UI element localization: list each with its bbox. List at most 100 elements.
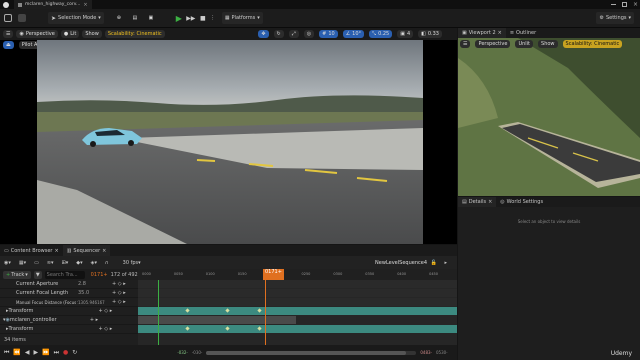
controller-track[interactable] xyxy=(138,316,296,324)
tab-details[interactable]: ▤ Details × xyxy=(458,197,497,207)
range-start-2[interactable]: -030- xyxy=(192,350,203,355)
perspective-label: Perspective xyxy=(25,31,55,37)
viewport2[interactable]: ☰ Perspective Unlit Show Scalability: Ci… xyxy=(458,38,640,196)
settings-button[interactable]: ⚙ Settings ▾ xyxy=(596,12,634,24)
vp2-show-button[interactable]: Show xyxy=(538,40,558,48)
snap-icon[interactable]: ⊞▾ xyxy=(62,260,69,266)
add-key-icon[interactable]: + ◇ ▸ xyxy=(112,299,126,305)
save-icon[interactable] xyxy=(4,14,12,22)
selection-mode-button[interactable]: ➤ Selection Mode ▾ xyxy=(48,12,104,24)
scalability-button[interactable]: Scalability: Cinematic xyxy=(104,30,165,38)
blueprint-icon[interactable]: ▤ xyxy=(130,13,140,23)
add-actor-icon[interactable]: ⊕ xyxy=(114,13,124,23)
content-drawer-icon[interactable] xyxy=(18,14,26,22)
tab-outliner[interactable]: ≡ Outliner xyxy=(506,28,540,38)
vp2-perspective-button[interactable]: Perspective xyxy=(475,40,511,48)
timeline-ruler[interactable]: 0000005001000150020002500300035004000450… xyxy=(138,269,457,280)
tree-row[interactable]: ▸ Transform + ◇ ▸ xyxy=(0,307,138,316)
add-track-label: Track xyxy=(11,271,25,278)
camera-cut-icon[interactable]: ▭ xyxy=(34,260,39,266)
tree-row[interactable]: Current Focal Length 35.0 + ◇ ▸ xyxy=(0,289,138,298)
browse-icon[interactable]: ▦▾ xyxy=(19,260,26,266)
fps-button[interactable]: 30 fps▾ xyxy=(123,260,141,266)
play-icon[interactable]: ▶ xyxy=(34,349,39,356)
tab-content-browser[interactable]: ▭ Content Browser × xyxy=(0,245,63,256)
vp2-scalability-button[interactable]: Scalability: Cinematic xyxy=(562,40,623,48)
close-icon[interactable]: × xyxy=(102,248,106,254)
show-button[interactable]: Show xyxy=(82,30,102,38)
lit-button[interactable]: ● Lit xyxy=(60,30,80,38)
tab-world-settings[interactable]: ◎ World Settings xyxy=(496,197,547,207)
cinematics-icon[interactable]: ▣ xyxy=(146,13,156,23)
close-icon[interactable]: × xyxy=(54,248,58,254)
grid-snap-button[interactable]: #10 xyxy=(319,30,338,38)
range-start[interactable]: -032- xyxy=(177,350,188,355)
filter-icon[interactable]: ▼ xyxy=(33,270,42,279)
minimize-icon[interactable] xyxy=(610,4,616,5)
more-options-icon[interactable]: ⋮ xyxy=(210,13,216,23)
next-key-icon[interactable]: ⏩ xyxy=(42,349,49,356)
add-key-icon[interactable]: + ◇ ▸ xyxy=(112,281,126,287)
fov-button[interactable]: ◧ 0.33 xyxy=(418,30,442,38)
stop-button[interactable]: ■ xyxy=(198,13,208,23)
rotate-tool-icon[interactable]: ↻ xyxy=(273,30,284,38)
translate-tool-icon[interactable]: ✥ xyxy=(258,30,269,38)
platforms-button[interactable]: ▦ Platforms ▾ xyxy=(221,12,263,24)
globe-icon[interactable]: ◎ xyxy=(303,30,315,38)
range-end[interactable]: 0483- xyxy=(420,350,432,355)
close-icon[interactable]: × xyxy=(498,30,502,36)
play-button[interactable]: ▶ xyxy=(174,13,184,23)
level-tab[interactable]: mclaren_highway_corv... × xyxy=(14,0,92,9)
ruler-tick: 0100 xyxy=(205,272,215,276)
tree-row[interactable]: ▾ ◉ mclaren_controller + ▸ xyxy=(0,316,138,325)
vp2-show-label: Show xyxy=(541,41,555,47)
add-key-icon[interactable]: + ◇ ▸ xyxy=(112,290,126,296)
add-key-icon[interactable]: + ◇ ▸ xyxy=(99,308,113,314)
add-key-icon[interactable]: + ◇ ▸ xyxy=(99,326,113,332)
magnet-icon[interactable]: ∩ xyxy=(105,260,109,266)
scale-tool-icon[interactable]: ⤢ xyxy=(288,30,299,38)
record-icon[interactable]: ● xyxy=(63,349,68,356)
vp2-menu-button[interactable]: ☰ xyxy=(460,40,471,48)
viewport-menu-button[interactable]: ☰ xyxy=(3,30,14,38)
playhead-marker[interactable]: 0171+ xyxy=(263,269,284,280)
save-sequence-icon[interactable]: ◉▾ xyxy=(4,260,11,266)
prev-key-icon[interactable]: ⏪ xyxy=(13,349,20,356)
tree-row[interactable]: Current Aperture 2.8 + ◇ ▸ xyxy=(0,280,138,289)
main-viewport[interactable] xyxy=(37,40,423,244)
track-search-input[interactable]: Search Tra... xyxy=(44,270,85,279)
loop-icon[interactable]: ↻ xyxy=(72,349,77,356)
angle-snap-button[interactable]: ∠ 10° xyxy=(342,30,365,38)
camera-speed-button[interactable]: ▣ 4 xyxy=(397,30,414,38)
grid-snap-value: 10 xyxy=(328,31,335,37)
add-key-icon[interactable]: ◈▾ xyxy=(91,260,97,266)
perspective-button[interactable]: ◉ Perspective xyxy=(16,30,58,38)
sequence-menu-icon[interactable]: ▸ xyxy=(444,260,447,266)
scale-snap-button[interactable]: ⤡ 0.25 xyxy=(369,30,393,38)
eject-pilot-icon[interactable]: ⏏ xyxy=(3,40,14,49)
add-key-icon[interactable]: + ▸ xyxy=(90,317,98,323)
range-end-2[interactable]: 0530- xyxy=(436,350,448,355)
scrollbar-thumb[interactable] xyxy=(206,350,407,355)
chevron-down-icon: ▾ xyxy=(628,15,631,21)
tab-viewport2[interactable]: ▣ Viewport 2 × xyxy=(458,28,506,38)
lock-icon[interactable]: 🔓 xyxy=(431,260,437,266)
skip-button[interactable]: ▶▶ xyxy=(186,13,196,23)
maximize-icon[interactable] xyxy=(621,2,627,7)
tab-sequencer[interactable]: ▥ Sequencer × xyxy=(62,245,111,256)
add-track-button[interactable]: + Track ▾ xyxy=(3,270,31,279)
tree-row[interactable]: Manual Focus Distance (Focus S 1305.9461… xyxy=(0,298,138,307)
curve-editor-icon[interactable]: ≋▾ xyxy=(47,260,54,266)
close-tab-icon[interactable]: × xyxy=(83,2,87,8)
timeline-scrollbar[interactable] xyxy=(206,350,417,355)
tree-row[interactable]: ▸ Transform + ◇ ▸ xyxy=(0,325,138,334)
current-frame[interactable]: 0171+ xyxy=(91,272,108,278)
key-icon[interactable]: ◆▾ xyxy=(76,260,82,266)
window-close-icon[interactable]: × xyxy=(633,1,638,8)
timeline-area[interactable] xyxy=(138,280,457,345)
last-frame-icon[interactable]: ⏭ xyxy=(54,349,59,357)
vp2-unlit-button[interactable]: Unlit xyxy=(515,40,534,48)
first-frame-icon[interactable]: ⏮ xyxy=(4,349,9,357)
close-icon[interactable]: × xyxy=(488,199,492,205)
reverse-play-icon[interactable]: ◀ xyxy=(25,349,30,356)
